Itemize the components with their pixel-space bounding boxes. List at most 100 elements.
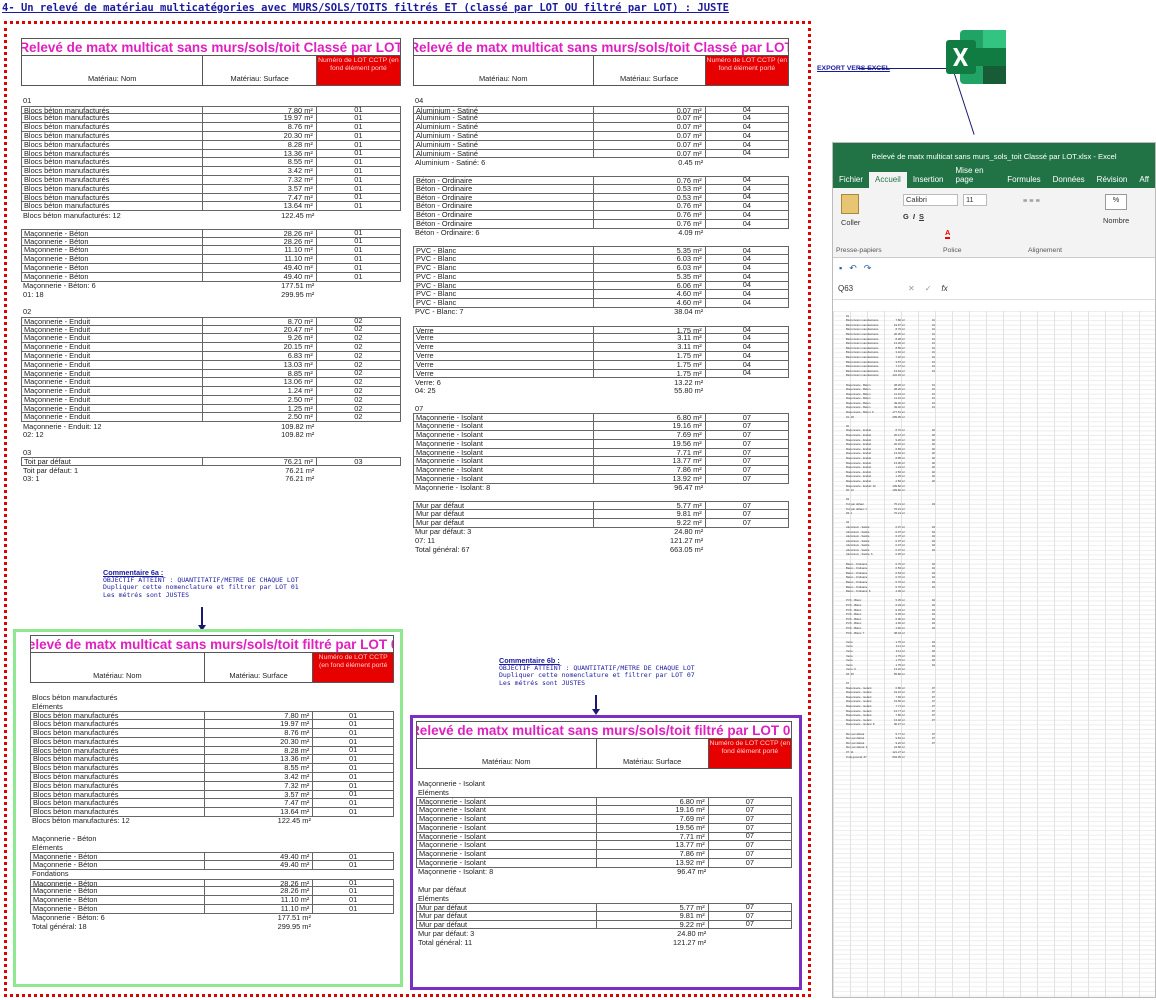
tab-fichier[interactable]: Fichier: [833, 172, 869, 188]
cell-surface: 8.76 m²: [205, 729, 314, 737]
tab-formules[interactable]: Formules: [1001, 172, 1046, 188]
table-row: Verre 1.75 m² 04: [413, 369, 789, 379]
font-name-select[interactable]: Calibri: [903, 194, 958, 206]
cell-lot: 07: [742, 509, 751, 519]
cell-name: Blocs béton manufacturés: 12: [32, 817, 130, 826]
cell-surface: 24.80 m²: [677, 928, 707, 938]
cell-surface: 121.27 m²: [672, 937, 707, 947]
cell-lot: 07: [742, 421, 751, 431]
table-row: Blocs béton manufacturés 13.36 m² 01: [21, 149, 401, 159]
cell-lot: 04: [742, 201, 751, 211]
table-row: Aluminium - Satiné 0.07 m² 04: [413, 114, 789, 124]
cell-name: Eléments: [418, 788, 449, 797]
cell-name: Béton - Ordinaire: [414, 176, 594, 184]
table-row: Blocs béton manufacturés 7.47 m² 01: [21, 193, 401, 203]
table-row: Blocs béton manufacturés 3.42 m² 01: [30, 772, 394, 782]
undo-icon[interactable]: ↶: [849, 263, 857, 274]
table-row: Maçonnerie - Béton 49.40 m² 01: [30, 860, 394, 870]
cell-name: Blocs béton manufacturés: [22, 114, 204, 123]
cell-name: Verre: 6: [415, 378, 441, 387]
cell-surface: 9.26 m²: [203, 334, 317, 343]
cell-surface: 7.47 m²: [205, 799, 314, 808]
tab-insertion[interactable]: Insertion: [907, 172, 950, 188]
subtotal-row: Béton - Ordinaire: 6 4.09 m²: [413, 229, 789, 238]
subtotal-row: Maçonnerie - Isolant: 8 96.47 m²: [416, 868, 792, 877]
cell-lot: 01: [354, 174, 363, 184]
comment-6b: Commentaire 6b : OBJECTIF ATTEINT : QUAN…: [499, 657, 695, 687]
cell-name: Maçonnerie - Isolant: 8: [415, 484, 491, 493]
cell-name: Blocs béton manufacturés: [31, 772, 205, 781]
table-row: Béton - Ordinaire 0.76 m² 04: [413, 211, 789, 220]
align-icons[interactable]: ≡≡≡: [1023, 196, 1042, 205]
cell-name: Verre: [414, 351, 594, 360]
table-row: Béton - Ordinaire 0.53 m² 04: [413, 184, 789, 194]
subtotal-row: 07: 11 121.27 m²: [413, 537, 789, 546]
name-box[interactable]: Q63: [838, 284, 898, 293]
cell-name: 01: [23, 97, 32, 106]
table-row: Verre 1.75 m² 04: [413, 360, 789, 370]
cell-name: Blocs béton manufacturés: 12: [23, 211, 121, 220]
redo-icon[interactable]: ↷: [864, 263, 872, 274]
cell-name: Béton - Ordinaire: [414, 211, 594, 219]
enter-icon[interactable]: ✓: [925, 284, 932, 293]
cell-lot: 04: [742, 280, 751, 290]
cell-surface: 1.75 m²: [594, 360, 706, 369]
cell-name: 03: 1: [23, 475, 40, 484]
cell-lot: 04: [742, 350, 751, 360]
font-size-select[interactable]: 11: [963, 194, 987, 206]
cell-surface: 13.92 m²: [594, 475, 706, 483]
cell-lot: 01: [354, 130, 363, 140]
cell-surface: 7.86 m²: [594, 466, 706, 475]
cell-surface: 20.30 m²: [205, 737, 314, 746]
table-row: Blocs béton manufacturés 19.97 m² 01: [21, 114, 401, 124]
cell-lot: 01: [349, 895, 358, 905]
cell-name: Maçonnerie - Isolant: [417, 832, 597, 841]
cell-surface: 663.05 m²: [669, 544, 704, 554]
cell-name: Maçonnerie - Isolant: [418, 780, 485, 789]
cell-lot: 04: [742, 333, 751, 343]
cell-lot: 01: [354, 183, 363, 193]
cell-name: Maçonnerie - Enduit: [22, 317, 204, 325]
cell-name: Blocs béton manufacturés: [22, 175, 204, 184]
cell-lot: 04: [742, 192, 751, 202]
cell-surface: 2.50 m²: [203, 395, 317, 404]
table-row: Maçonnerie - Isolant 19.16 m² 07: [416, 806, 792, 815]
cell-surface: 13.36 m²: [203, 149, 317, 158]
tab-accueil[interactable]: Accueil: [869, 172, 907, 188]
cell-name: Blocs béton manufacturés: [31, 808, 205, 816]
cell-surface: 0.53 m²: [594, 193, 706, 202]
cell-name: Maçonnerie - Béton: [31, 887, 205, 896]
cell-surface: 177.51 m²: [281, 280, 315, 290]
font-color-icon[interactable]: A: [945, 228, 951, 239]
cell-name: Aluminium - Satiné: [414, 131, 594, 140]
tab-mise-en-page[interactable]: Mise en page: [950, 163, 1002, 188]
tab-revision[interactable]: Révision: [1091, 172, 1134, 188]
header-surface: Matériau: Surface: [597, 739, 709, 768]
cell-name: Maçonnerie - Enduit: [22, 413, 204, 422]
tab-affichage[interactable]: Aff: [1133, 172, 1155, 188]
subtotal-row: Mur par défaut: 3 24.80 m²: [416, 929, 792, 938]
paste-icon[interactable]: [841, 194, 859, 214]
cancel-icon[interactable]: ✕: [908, 284, 915, 293]
cell-name: 04: [415, 97, 424, 106]
bold-italic-underline-buttons[interactable]: G I S: [903, 212, 924, 221]
schedule-filtre-lot-01: Relevé de matx multicat sans murs/sols/t…: [30, 635, 394, 932]
cell-surface: 0.07 m²: [594, 123, 706, 131]
cell-lot: 01: [349, 886, 358, 896]
subtotal-row: 01: 18 299.95 m²: [21, 290, 401, 299]
cell-lot: 02: [354, 403, 363, 413]
percent-button[interactable]: %: [1105, 194, 1127, 210]
save-icon[interactable]: ▪: [839, 263, 842, 273]
cell-surface: 11.10 m²: [205, 896, 314, 904]
cell-name: Blocs béton manufacturés: [22, 123, 204, 131]
paste-button[interactable]: Coller: [841, 218, 860, 227]
cell-surface: 5.77 m²: [597, 904, 709, 911]
tab-donnees[interactable]: Données: [1047, 172, 1091, 188]
cell-name: Blocs béton manufacturés: [22, 167, 204, 175]
cell-surface: 28.26 m²: [205, 879, 314, 887]
function-icon[interactable]: fx: [941, 284, 947, 293]
cell-name: Maçonnerie - Isolant: [417, 858, 597, 867]
number-format-label[interactable]: Nombre: [1103, 216, 1129, 225]
cell-lot: 02: [354, 333, 363, 343]
table-row: PVC - Blanc 6.06 m² 04: [413, 280, 789, 291]
